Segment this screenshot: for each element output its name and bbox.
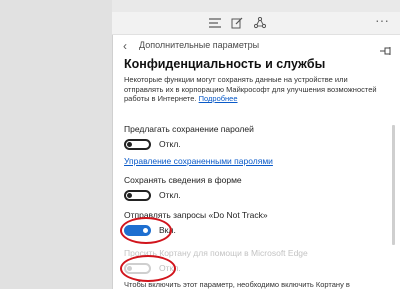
cortana-note: Чтобы включить этот параметр, необходимо…	[124, 280, 350, 289]
passwords-toggle-row: Откл.	[124, 137, 181, 151]
hub-icon[interactable]	[207, 15, 223, 31]
title-bar	[112, 0, 400, 12]
section-heading: Конфиденциальность и службы	[124, 57, 326, 71]
more-actions-button[interactable]: ···	[374, 12, 390, 28]
passwords-state: Откл.	[159, 139, 181, 149]
dnt-highlight-oval	[120, 217, 172, 244]
pin-icon[interactable]	[380, 42, 392, 60]
share-icon[interactable]	[252, 15, 268, 31]
toggle-knob	[127, 192, 132, 198]
passwords-toggle[interactable]	[124, 138, 151, 150]
scrollbar[interactable]	[392, 125, 395, 245]
forms-toggle-row: Откл.	[124, 188, 181, 202]
panel-title: Дополнительные параметры	[139, 40, 260, 50]
page-area	[0, 0, 112, 289]
cortana-highlight-oval	[120, 255, 176, 282]
panel-header: ‹ Дополнительные параметры	[113, 35, 400, 57]
settings-panel: ‹ Дополнительные параметры Конфиденциаль…	[112, 35, 400, 289]
section-description: Некоторые функции могут сохранять данные…	[124, 75, 382, 104]
forms-toggle[interactable]	[124, 189, 151, 201]
forms-label: Сохранять сведения в форме	[124, 175, 242, 185]
browser-window: ··· ‹ Дополнительные параметры Конфиденц…	[0, 0, 400, 289]
manage-passwords-link[interactable]: Управление сохраненными паролями	[124, 156, 273, 166]
learn-more-link[interactable]: Подробнее	[199, 94, 238, 103]
back-chevron-icon[interactable]: ‹	[123, 39, 127, 53]
forms-state: Откл.	[159, 190, 181, 200]
toolbar: ···	[112, 12, 400, 35]
toggle-knob	[127, 141, 132, 147]
passwords-label: Предлагать сохранение паролей	[124, 124, 254, 134]
web-note-icon[interactable]	[229, 15, 245, 31]
description-text: Некоторые функции могут сохранять данные…	[124, 75, 377, 103]
